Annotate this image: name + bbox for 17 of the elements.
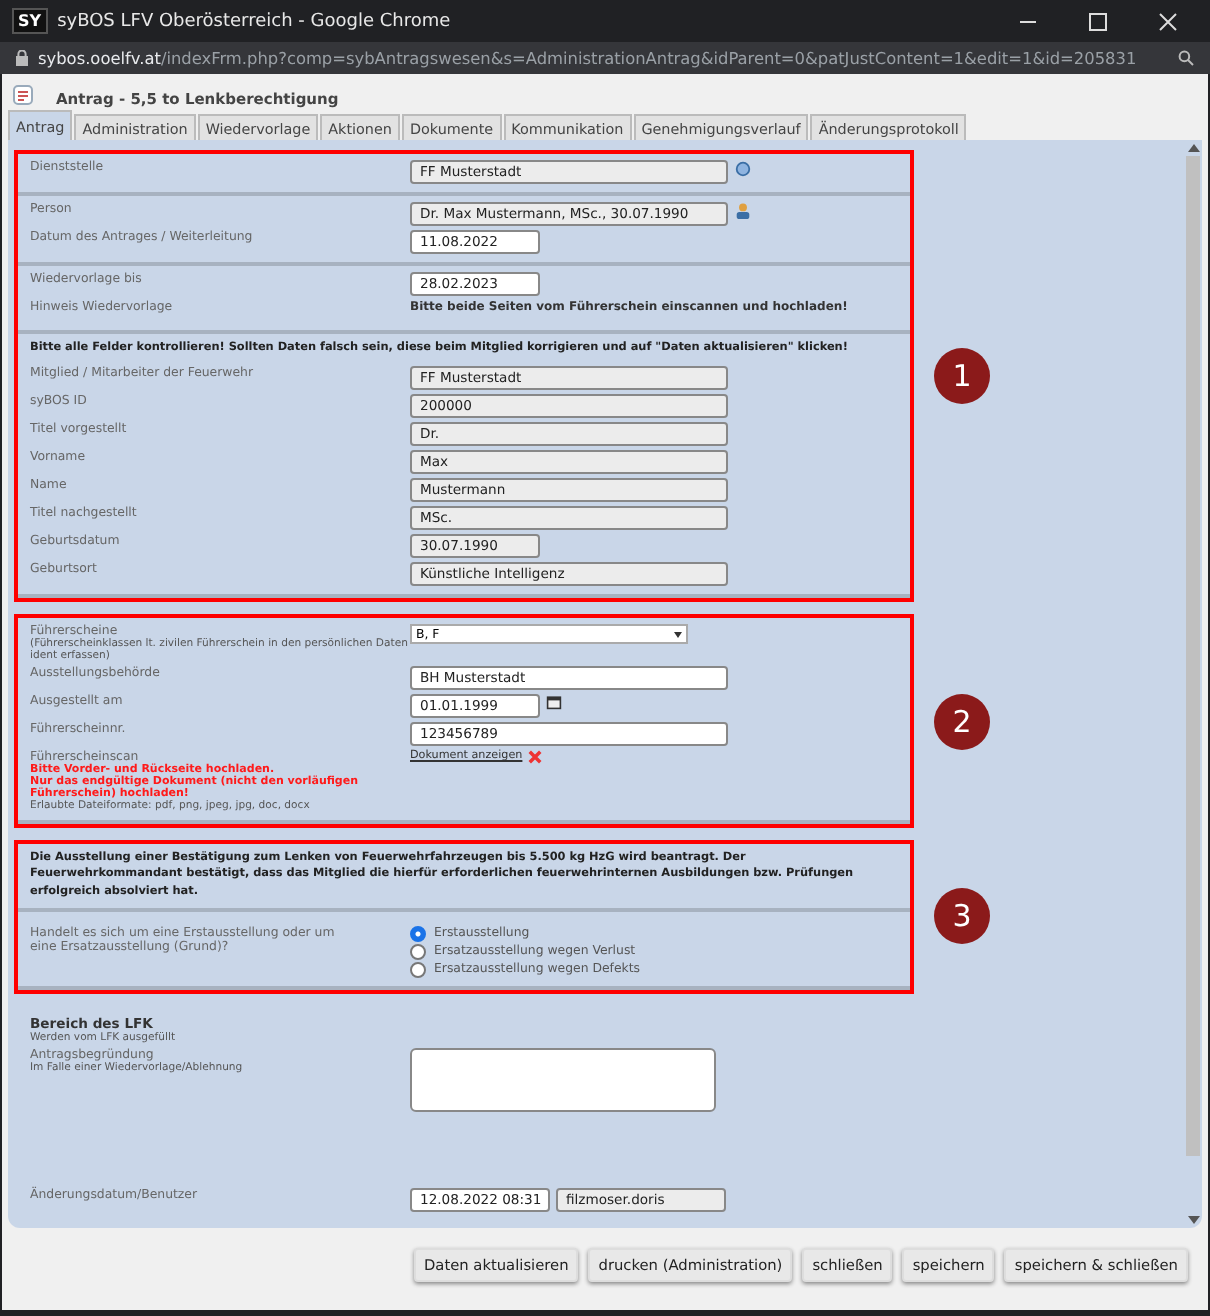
scrollbar-thumb[interactable]	[1186, 156, 1200, 1156]
form-icon	[10, 83, 36, 105]
search-icon[interactable]	[1178, 50, 1194, 66]
delete-icon[interactable]	[528, 750, 543, 764]
person-icon[interactable]	[734, 202, 752, 220]
caret-icon	[674, 631, 682, 637]
scroll-up-icon[interactable]	[1187, 144, 1199, 152]
lock-icon	[16, 50, 28, 66]
text-area[interactable]	[410, 1047, 716, 1112]
annotation-number: 3	[934, 888, 990, 945]
annotation-number: 2	[934, 693, 990, 749]
window-title: syBOS LFV Oberösterreich - Google Chrome	[57, 11, 453, 31]
refresh-icon[interactable]	[734, 160, 752, 178]
annotation-number: 1	[934, 348, 990, 404]
calendar-icon[interactable]	[546, 694, 562, 710]
app-logo: SY	[12, 8, 48, 34]
scroll-down-icon[interactable]	[1187, 1215, 1199, 1224]
